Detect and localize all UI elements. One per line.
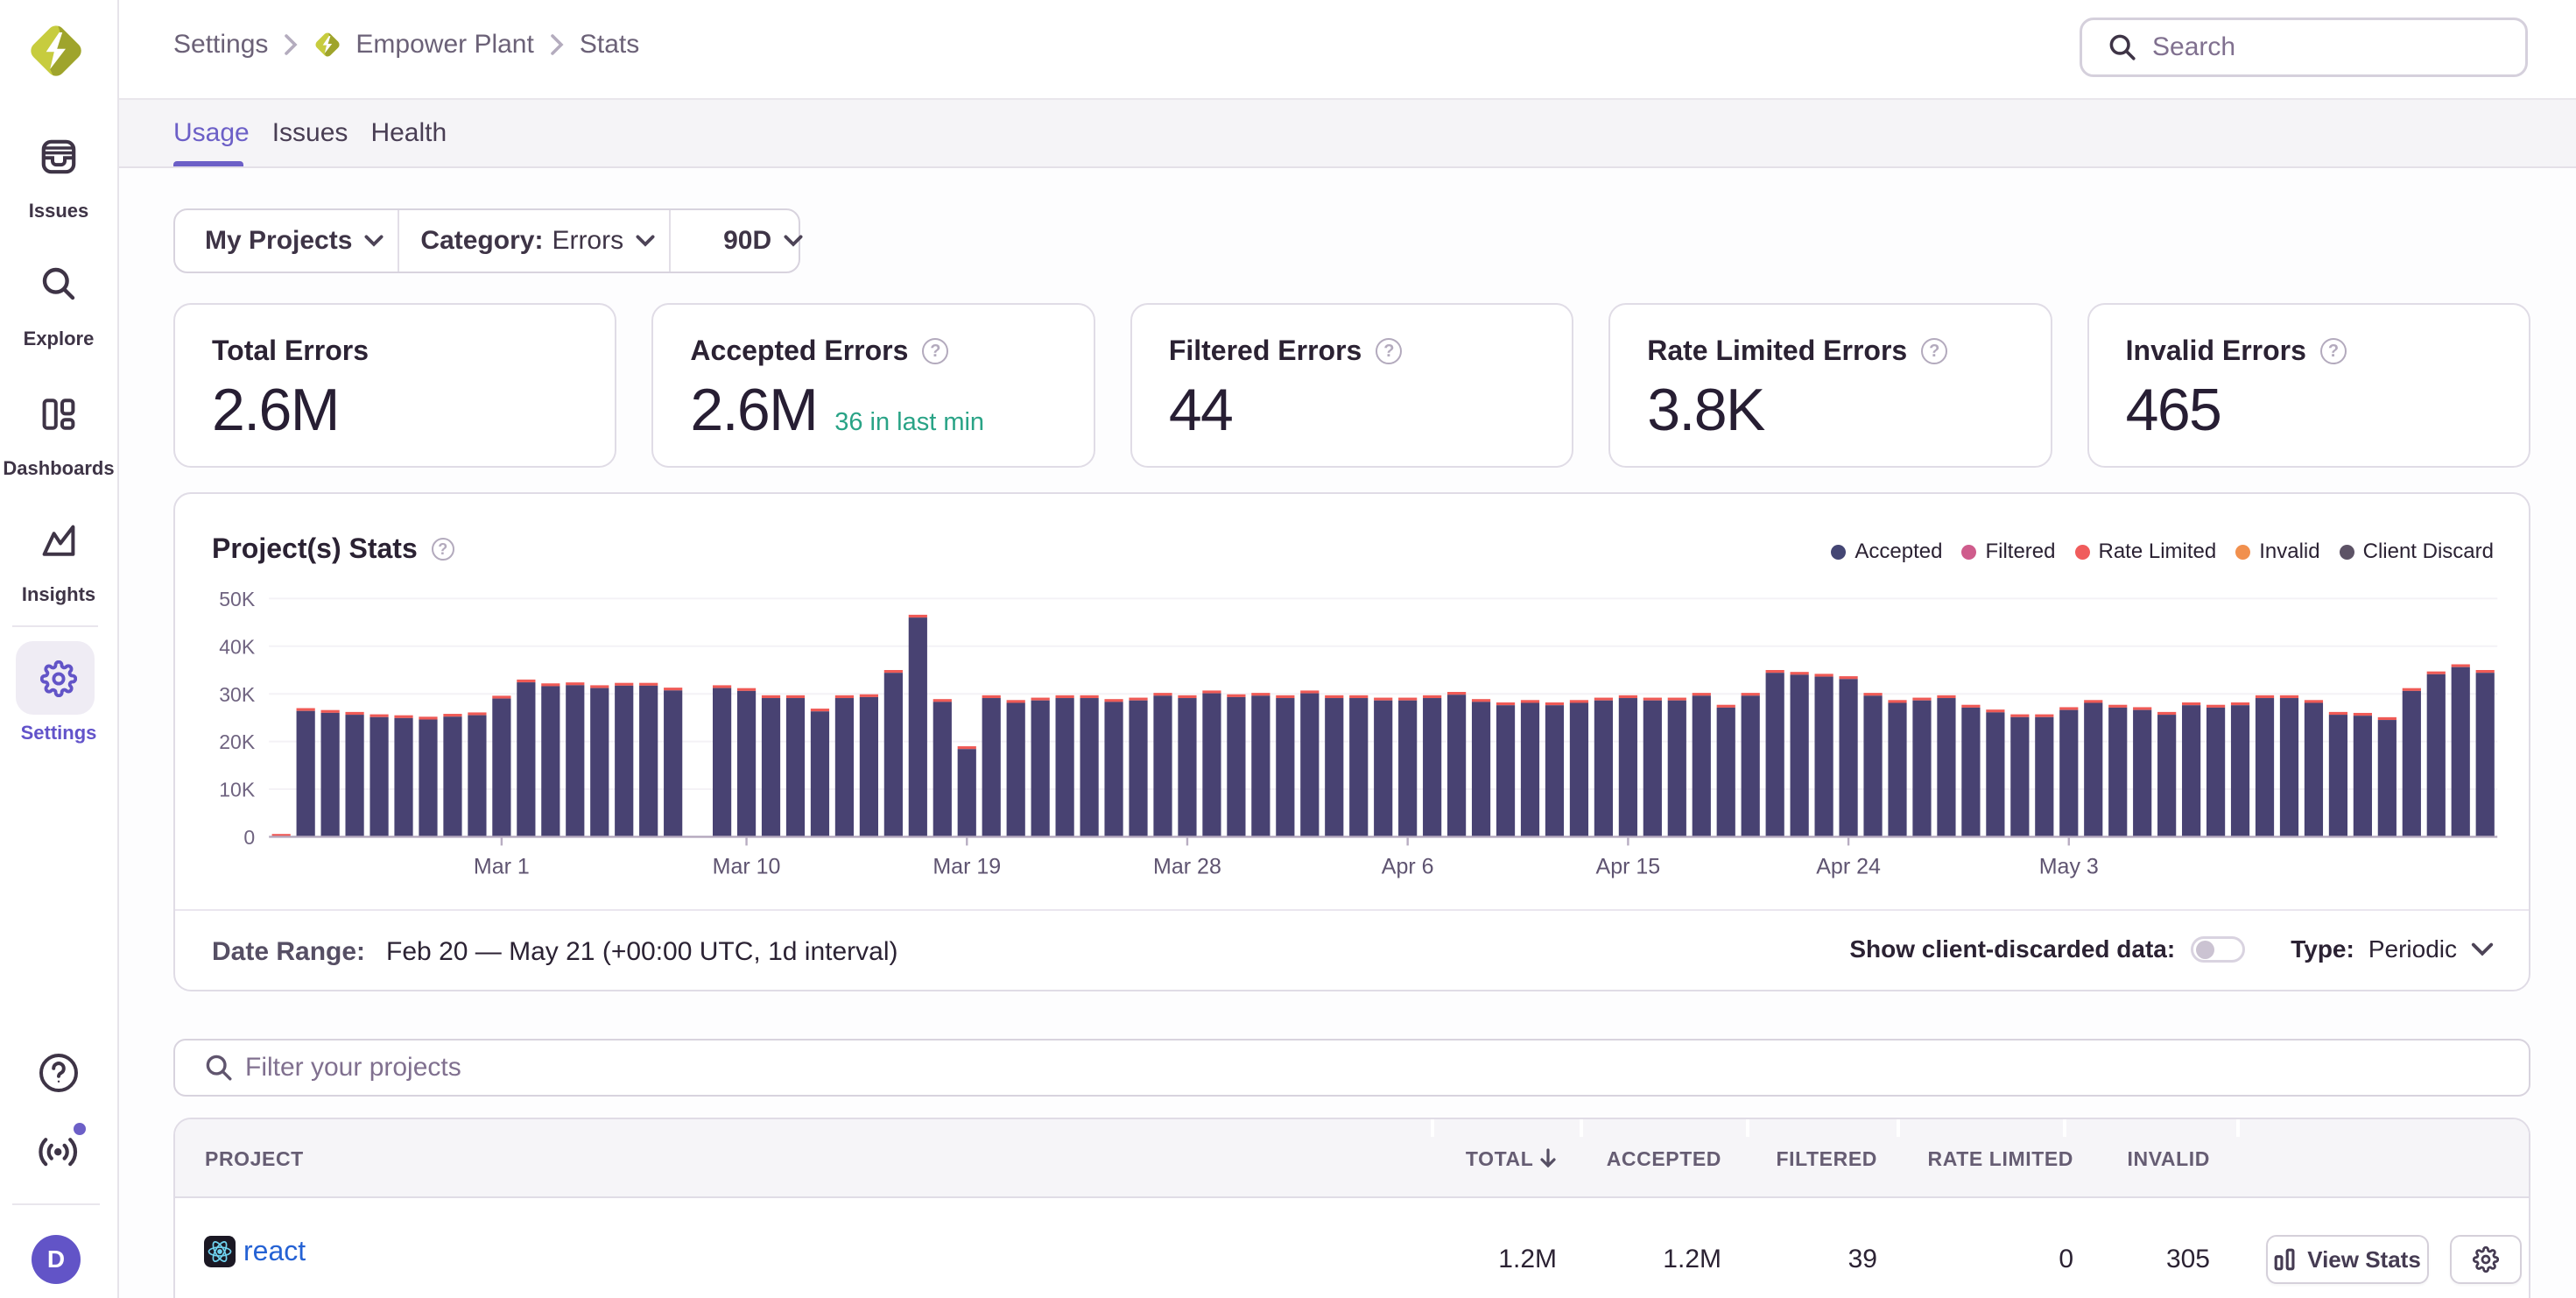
svg-text:Mar 19: Mar 19 [933,854,1001,878]
svg-text:20K: 20K [219,730,256,753]
svg-text:Apr 6: Apr 6 [1382,854,1434,878]
svg-text:50K: 50K [219,588,256,610]
svg-text:30K: 30K [219,683,256,706]
svg-text:0: 0 [243,826,255,849]
svg-text:Mar 10: Mar 10 [713,854,781,878]
svg-text:10K: 10K [219,779,256,801]
svg-text:40K: 40K [219,635,256,658]
svg-text:Mar 1: Mar 1 [474,854,530,878]
svg-text:Apr 24: Apr 24 [1816,854,1881,878]
svg-text:Mar 28: Mar 28 [1153,854,1221,878]
svg-text:May 3: May 3 [2039,854,2099,878]
svg-text:Apr 15: Apr 15 [1596,854,1661,878]
